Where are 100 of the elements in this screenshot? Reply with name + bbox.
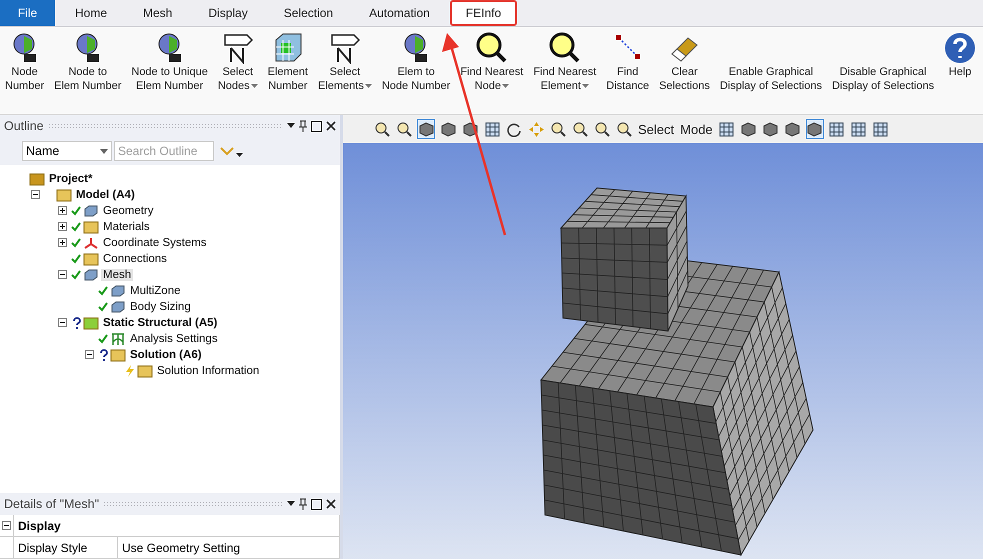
tree-item[interactable]: Connections	[101, 253, 169, 265]
cube-icon	[83, 268, 99, 282]
tree-item[interactable]: Model (A4)	[74, 189, 137, 201]
dropdown-icon[interactable]	[287, 123, 295, 129]
ribbon-button[interactable]: Disable Graphical Display of Selections	[830, 31, 936, 93]
toolbar-button[interactable]: Mode	[679, 119, 714, 139]
axes-icon	[83, 236, 99, 250]
cube-icon	[110, 284, 126, 298]
pin-icon[interactable]	[299, 498, 307, 510]
caret-icon[interactable]	[236, 153, 243, 157]
ribbon-button[interactable]: Select Nodes	[216, 31, 259, 93]
grid-icon	[719, 122, 734, 136]
tree-item[interactable]: Body Sizing	[128, 301, 193, 313]
ribbon-tab[interactable]: Automation	[353, 0, 446, 26]
maximize-icon[interactable]	[311, 120, 322, 132]
frame-icon	[110, 332, 126, 346]
cube-icon	[763, 122, 778, 136]
panel-title: Outline	[4, 119, 44, 133]
close-icon[interactable]	[326, 499, 336, 509]
cube-icon	[110, 300, 126, 314]
tree-item[interactable]: Solution (A6)	[128, 349, 204, 361]
ribbon-button[interactable]: Find Nearest Node	[459, 31, 524, 93]
ribbon-button[interactable]: Select Elements	[316, 31, 373, 93]
cube-icon	[440, 122, 456, 136]
ribbon-button[interactable]: Clear Selections	[658, 31, 711, 93]
caret-icon	[100, 148, 108, 154]
folder-icon	[83, 220, 99, 234]
file-menu[interactable]: File	[0, 0, 55, 26]
zoom-icon	[572, 122, 588, 136]
property-name: Display Style	[14, 537, 118, 559]
zoom-icon	[396, 122, 412, 136]
tag-icon	[330, 32, 360, 64]
zoom-icon	[550, 122, 566, 136]
tree-item[interactable]: Solution Information	[155, 365, 262, 377]
ribbon-button[interactable]: Find Distance	[605, 31, 650, 93]
magnifier-icon	[548, 32, 581, 64]
ribbon-button[interactable]: Element Number	[266, 31, 309, 93]
ribbon-button[interactable]: Elem to Node Number	[380, 31, 452, 93]
expand-toggle[interactable]	[58, 206, 67, 215]
tree-item[interactable]: Analysis Settings	[128, 333, 220, 345]
folder-icon	[137, 364, 153, 378]
cube-icon	[785, 122, 800, 136]
tree-item[interactable]: Project*	[47, 173, 94, 185]
group-header: Display	[14, 515, 340, 537]
expand-toggle[interactable]	[85, 350, 94, 359]
pan-icon	[528, 122, 544, 136]
cube-icon	[462, 122, 478, 136]
cube-icon	[418, 122, 434, 136]
property-value[interactable]: Use Geometry Setting	[118, 537, 340, 559]
zoom-icon	[374, 122, 390, 136]
filter-select[interactable]: Name	[22, 141, 112, 161]
grid-icon	[829, 122, 844, 136]
folder-icon	[56, 188, 72, 202]
ribbon-button[interactable]: Find Nearest Element	[532, 31, 598, 93]
expand-toggle[interactable]	[58, 238, 67, 247]
ribbon-tab[interactable]: Mesh	[127, 0, 188, 26]
tree-item[interactable]: MultiZone	[128, 285, 182, 297]
folder-icon	[83, 252, 99, 266]
expand-toggle[interactable]	[31, 190, 40, 199]
expand-toggle[interactable]	[58, 318, 67, 327]
ribbon-tab[interactable]: FEInfo	[450, 0, 518, 26]
toolbar-icon-button[interactable]	[417, 119, 435, 139]
tree-item[interactable]: Materials	[101, 221, 152, 233]
magnifier-icon	[476, 32, 508, 64]
rotate-icon	[506, 122, 522, 136]
panel-title: Details of "Mesh"	[4, 497, 100, 511]
help-icon	[944, 32, 976, 64]
tree-item[interactable]: Mesh	[101, 269, 134, 281]
grid-icon	[484, 122, 500, 136]
ribbon-button[interactable]: Enable Graphical Display of Selections	[718, 31, 823, 93]
tag-icon	[222, 32, 253, 64]
ribbon-tab[interactable]: Home	[59, 0, 124, 26]
tree-item[interactable]: Geometry	[101, 205, 156, 217]
toolbar-icon-button[interactable]	[806, 119, 824, 139]
ribbon-tab[interactable]: Display	[192, 0, 264, 26]
ribbon-button[interactable]: Node to Unique Elem Number	[130, 31, 209, 93]
pin-icon[interactable]	[299, 120, 307, 132]
tree-item[interactable]: Coordinate Systems	[101, 237, 209, 249]
close-icon[interactable]	[326, 121, 336, 131]
grid-icon	[851, 122, 866, 136]
expand-toggle[interactable]	[58, 222, 67, 231]
maximize-icon[interactable]	[311, 498, 322, 510]
expand-toggle[interactable]	[58, 270, 67, 279]
dropdown-icon[interactable]	[287, 501, 295, 507]
cube-icon	[83, 204, 99, 218]
mesh-cube-icon	[272, 32, 303, 64]
zoom-icon	[616, 122, 632, 136]
grid-icon	[873, 122, 888, 136]
folder-icon	[110, 348, 126, 362]
cube-icon	[741, 122, 756, 136]
search-field[interactable]: Search Outline	[114, 141, 214, 161]
ribbon-tab[interactable]: Selection	[268, 0, 350, 26]
expand-toggle[interactable]	[2, 521, 11, 530]
ribbon-button[interactable]: Node Number	[4, 31, 46, 93]
zoom-icon	[594, 122, 610, 136]
toolbar-button[interactable]: Select	[637, 119, 676, 139]
ribbon-button[interactable]: Help	[943, 31, 978, 79]
tree-item[interactable]: Static Structural (A5)	[101, 317, 220, 329]
ribbon-button[interactable]: Node to Elem Number	[53, 31, 122, 93]
cube-icon	[807, 122, 822, 136]
